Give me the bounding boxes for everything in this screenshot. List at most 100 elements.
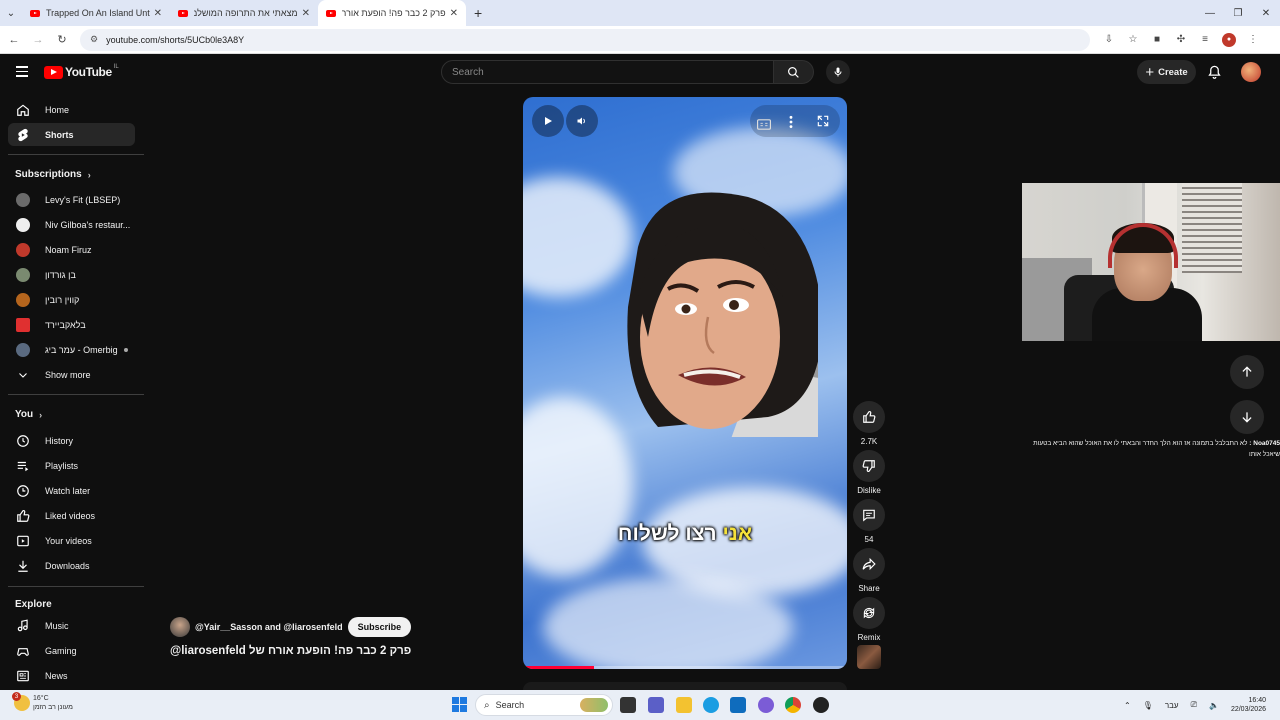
search-button[interactable] — [774, 60, 814, 84]
task-view-icon[interactable] — [620, 697, 636, 713]
gaming-icon — [16, 644, 30, 658]
store-icon[interactable] — [730, 697, 746, 713]
share-button[interactable] — [853, 548, 885, 580]
like-button[interactable] — [853, 401, 885, 433]
show-more-button[interactable]: Show more — [8, 363, 135, 386]
sidebar-item-watch-later[interactable]: Watch later — [8, 479, 135, 502]
new-content-dot — [123, 347, 128, 352]
sidebar-item-music[interactable]: Music — [8, 614, 135, 637]
media-control-icon[interactable]: ≡ — [1198, 33, 1212, 47]
messenger-icon[interactable] — [758, 697, 774, 713]
sidebar-item-downloads[interactable]: Downloads — [8, 554, 135, 577]
sidebar-item-shorts[interactable]: Shorts — [8, 123, 135, 146]
reload-icon[interactable]: ↻ — [50, 33, 74, 46]
time: 16:40 — [1248, 697, 1266, 704]
file-explorer-icon[interactable] — [676, 697, 692, 713]
teams-icon[interactable] — [648, 697, 664, 713]
edge-icon[interactable] — [703, 697, 719, 713]
channel-avatar[interactable] — [170, 617, 190, 637]
close-tab-icon[interactable]: ✕ — [154, 8, 162, 19]
sidebar-item-home[interactable]: Home — [8, 98, 135, 121]
sidebar-item-label: Downloads — [45, 560, 90, 571]
forward-icon[interactable]: → — [26, 34, 50, 46]
input-language[interactable]: עבר — [1165, 701, 1179, 710]
country-code: IL — [113, 64, 119, 70]
sidebar-subscription[interactable]: קווין רובין — [8, 288, 135, 311]
windows-start-icon[interactable] — [452, 697, 467, 712]
share-action[interactable]: Share — [853, 548, 885, 593]
browser-tab-2[interactable]: מצאתי את התרופה המושלמת ✕ — [170, 0, 318, 26]
remix-button[interactable] — [853, 597, 885, 629]
install-app-icon[interactable]: ⇩ — [1102, 33, 1116, 47]
sidebar-subscription[interactable]: Noam Firuz — [8, 238, 135, 261]
taskbar-search[interactable]: ⌕ Search — [475, 694, 613, 716]
notifications-bell-icon[interactable] — [1207, 64, 1222, 80]
browser-tab-1[interactable]: Trapped On An Island Until I Bu ✕ — [22, 0, 170, 26]
bookmark-star-icon[interactable]: ☆ — [1126, 33, 1140, 47]
video-title[interactable]: פרק 2 כבר פה! הופעת אורח של liarosenfeld… — [170, 645, 411, 657]
comments-button[interactable] — [853, 499, 885, 531]
speaker-icon[interactable]: 🔈 — [1209, 701, 1219, 710]
chevron-up-icon[interactable]: ⌃ — [1124, 701, 1131, 710]
sidebar-subscription[interactable]: עמר ביג - Omerbig — [8, 338, 135, 361]
address-bar[interactable]: ⚙ youtube.com/shorts/5UCb0le3A8Y — [80, 28, 1090, 51]
fullscreen-icon[interactable] — [816, 114, 830, 128]
subscribe-button[interactable]: Subscribe — [347, 617, 412, 637]
dislike-button[interactable] — [853, 450, 885, 482]
clock[interactable]: 16:40 22/03/2026 — [1231, 696, 1266, 714]
sidebar-subscription[interactable]: Niv Gilboa's restaur... — [8, 213, 135, 236]
browser-tab-3[interactable]: פרק 2 כבר פה! הופעת אורח של ✕ — [318, 0, 466, 26]
minimize-icon[interactable]: — — [1196, 0, 1224, 26]
volume-button[interactable] — [566, 105, 598, 137]
new-tab-button[interactable]: + — [474, 5, 482, 21]
youtube-logo[interactable]: YouTube IL — [44, 64, 119, 79]
close-tab-icon[interactable]: ✕ — [450, 8, 458, 19]
sidebar-subscription[interactable]: Levy's Fit (LBSEP) — [8, 188, 135, 211]
channel-name[interactable]: @Yair__Sasson and @liarosenfeld — [195, 622, 343, 632]
close-tab-icon[interactable]: ✕ — [302, 8, 310, 19]
shorts-video-player[interactable]: אני רצו לשלוח — [523, 97, 847, 669]
like-action[interactable]: 2.7K — [853, 401, 885, 446]
next-short-button[interactable] — [1230, 400, 1264, 434]
weather-widget[interactable]: 3 16°C מעונן רב הזמן — [12, 692, 73, 712]
back-icon[interactable]: ← — [2, 34, 26, 46]
sidebar-item-playlists[interactable]: Playlists — [8, 454, 135, 477]
play-button[interactable] — [532, 105, 564, 137]
sound-source-avatar[interactable] — [857, 645, 881, 669]
puzzle-icon[interactable]: ✣ — [1174, 33, 1188, 47]
sidebar-item-your-videos[interactable]: Your videos — [8, 529, 135, 552]
subscriptions-heading[interactable]: Subscriptions › — [15, 169, 91, 180]
previous-short-button[interactable] — [1230, 355, 1264, 389]
site-info-icon[interactable]: ⚙ — [90, 34, 98, 45]
sidebar-subscription[interactable]: בלאקביירד — [8, 313, 135, 336]
voice-search-button[interactable] — [826, 60, 850, 84]
browser-menu-icon[interactable]: ⋮ — [1246, 33, 1260, 47]
microphone-icon[interactable]: 🎙 — [1143, 701, 1153, 710]
profile-avatar-icon[interactable]: ● — [1222, 32, 1236, 47]
menu-icon[interactable] — [16, 66, 28, 80]
comments-action[interactable]: 54 — [853, 499, 885, 544]
you-heading[interactable]: You › — [15, 409, 42, 420]
create-button[interactable]: + Create — [1137, 60, 1196, 84]
close-window-icon[interactable]: ✕ — [1252, 0, 1280, 26]
video-progress-bar[interactable] — [523, 666, 847, 669]
chat-username: Noa0745 : — [1249, 440, 1280, 447]
search-input[interactable]: Search — [441, 60, 775, 84]
dislike-action[interactable]: Dislike — [853, 450, 885, 495]
sidebar-item-gaming[interactable]: Gaming — [8, 639, 135, 662]
more-options-icon[interactable] — [788, 115, 794, 129]
sidebar-item-liked-videos[interactable]: Liked videos — [8, 504, 135, 527]
account-avatar[interactable] — [1241, 62, 1261, 82]
chrome-icon[interactable] — [785, 697, 801, 713]
maximize-icon[interactable]: ❐ — [1224, 0, 1252, 26]
sidebar-item-news[interactable]: News — [8, 664, 135, 687]
captions-icon[interactable] — [757, 119, 771, 130]
network-icon[interactable]: ⎚ — [1191, 700, 1197, 710]
sidebar-item-history[interactable]: History — [8, 429, 135, 452]
sidebar-subscription[interactable]: בן גורדון — [8, 263, 135, 286]
tab-search-icon[interactable]: ⌄ — [0, 0, 22, 26]
extension-icon[interactable]: ■ — [1150, 33, 1164, 47]
sidebar-item-label: Playlists — [45, 460, 79, 471]
obs-icon[interactable] — [813, 697, 829, 713]
remix-action[interactable]: Remix — [853, 597, 885, 642]
